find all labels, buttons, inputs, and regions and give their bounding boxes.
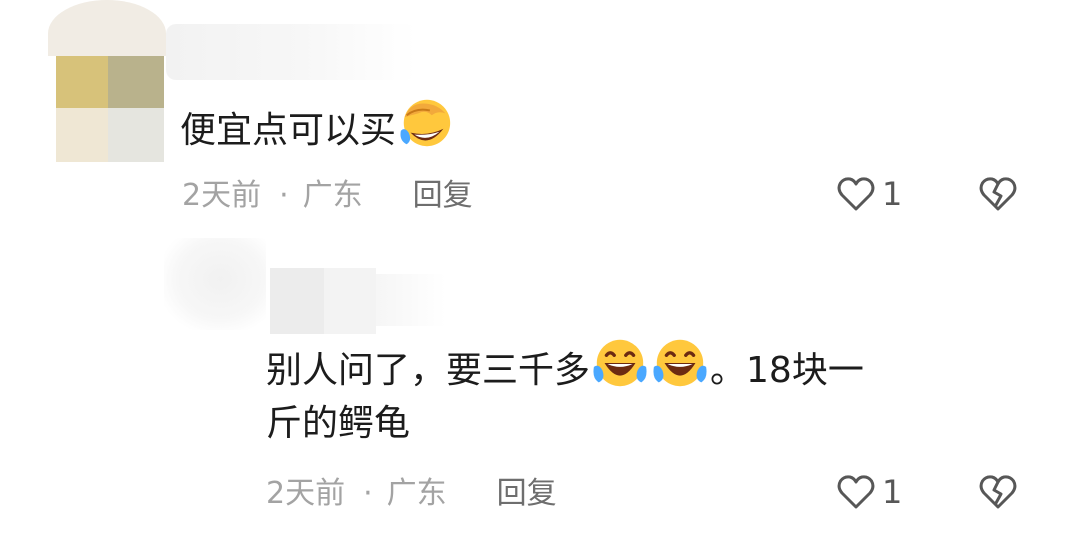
grinning-cover-face-emoji-icon (397, 94, 455, 152)
avatar-blur-cell (56, 108, 108, 162)
reply-time: 2天前 (266, 476, 346, 511)
reply-text-line-2: 斤的鳄龟 (266, 396, 410, 452)
broken-heart-icon (979, 475, 1017, 509)
replier-name-blurred (376, 274, 446, 326)
commenter-name-blurred (166, 24, 416, 80)
reply-location: 广东 (386, 476, 447, 511)
commenter-avatar-blurred[interactable] (48, 0, 166, 162)
like-count: 1 (882, 175, 903, 213)
dislike-button[interactable] (976, 172, 1020, 216)
heart-outline-icon (837, 177, 875, 211)
comment-body: 便宜点可以买 (180, 110, 397, 151)
avatar-blur-cell (108, 108, 164, 162)
meta-separator: · (363, 476, 373, 511)
comment-meta: 2天前 · 广东 回复 (182, 176, 473, 216)
comment-text: 便宜点可以买 (180, 94, 456, 159)
like-button[interactable]: 1 (834, 172, 902, 216)
reply-meta: 2天前 · 广东 回复 (266, 474, 557, 514)
reply-body-tail: 。18块一 (710, 350, 864, 391)
meta-separator: · (279, 178, 289, 213)
reply-text-line-1: 别人问了，要三千多 。18块一 (266, 334, 864, 399)
avatar-blur-cell (108, 56, 164, 108)
reply-button[interactable]: 回复 (497, 476, 557, 511)
reply-button[interactable]: 回复 (413, 178, 473, 213)
heart-outline-icon (837, 475, 875, 509)
like-button[interactable]: 1 (834, 470, 902, 514)
tears-of-joy-emoji-icon (591, 334, 649, 392)
comment-time: 2天前 (182, 178, 262, 213)
tears-of-joy-emoji-icon (651, 334, 709, 392)
dislike-button[interactable] (976, 470, 1020, 514)
comment-location: 广东 (302, 178, 363, 213)
reply-body-end: 斤的鳄龟 (266, 403, 411, 444)
replier-avatar-blurred[interactable] (164, 238, 266, 330)
reply-body-start: 别人问了，要三千多 (266, 350, 591, 391)
avatar-blur-cell (48, 0, 166, 56)
replier-name-blurred (270, 268, 324, 334)
like-count: 1 (882, 473, 903, 511)
avatar-blur-cell (56, 56, 108, 108)
replier-name-blurred (324, 268, 376, 334)
broken-heart-icon (979, 177, 1017, 211)
